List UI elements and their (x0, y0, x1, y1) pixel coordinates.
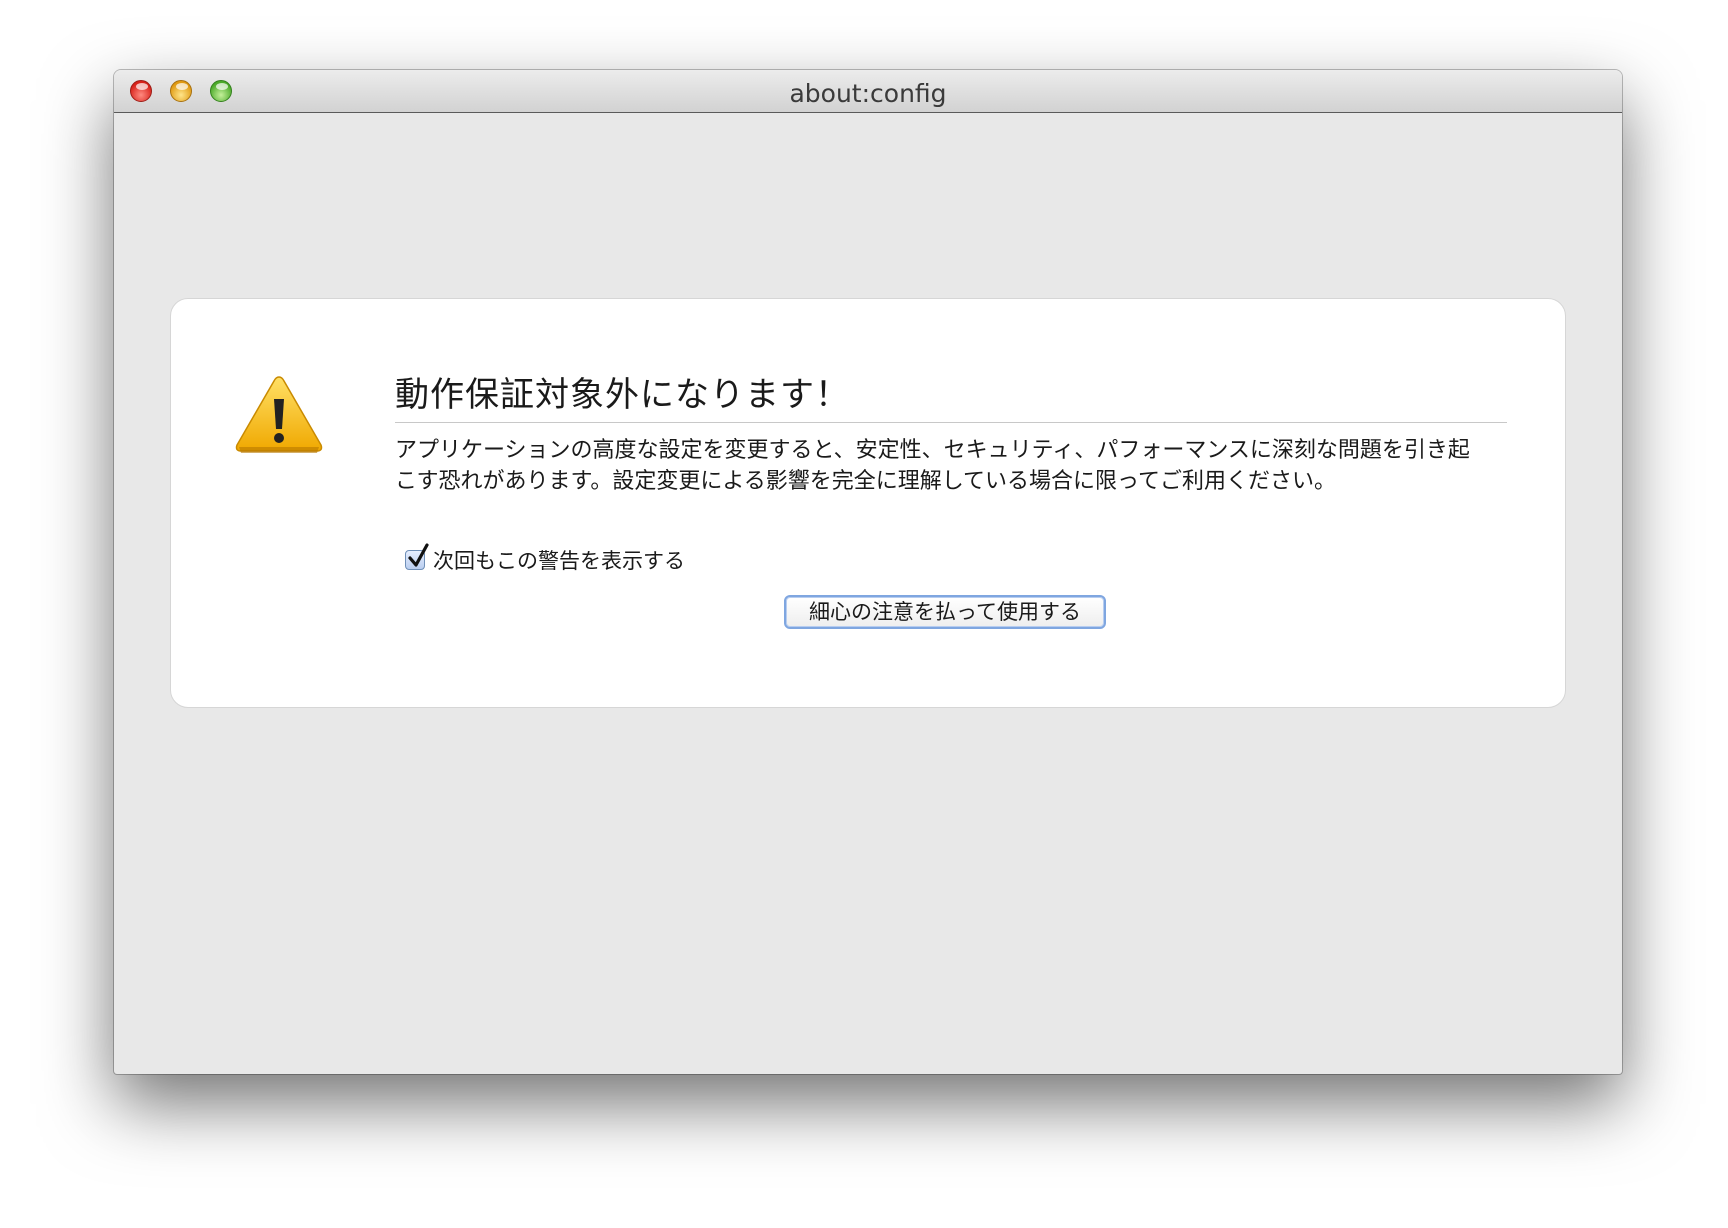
accept-risk-button[interactable]: 細心の注意を払って使用する (784, 595, 1106, 629)
title-bar[interactable]: about:config (114, 70, 1622, 113)
show-warning-label: 次回もこの警告を表示する (433, 549, 685, 573)
checkmark-icon (408, 543, 429, 567)
show-warning-checkbox[interactable] (405, 543, 429, 570)
browser-window: about:config 動作保証対象外になります！ アプリケーションの高度な設… (114, 70, 1622, 1074)
warning-description: アプリケーションの高度な設定を変更すると、安定性、セキュリティ、パフォーマンスに… (395, 438, 1470, 494)
show-warning-checkbox-row[interactable]: 次回もこの警告を表示する (405, 543, 685, 575)
window-title: about:config (789, 79, 947, 108)
warning-heading: 動作保証対象外になります！ (395, 367, 1507, 423)
warning-icon (235, 376, 323, 453)
warning-panel: 動作保証対象外になります！ アプリケーションの高度な設定を変更すると、安定性、セ… (170, 298, 1566, 708)
